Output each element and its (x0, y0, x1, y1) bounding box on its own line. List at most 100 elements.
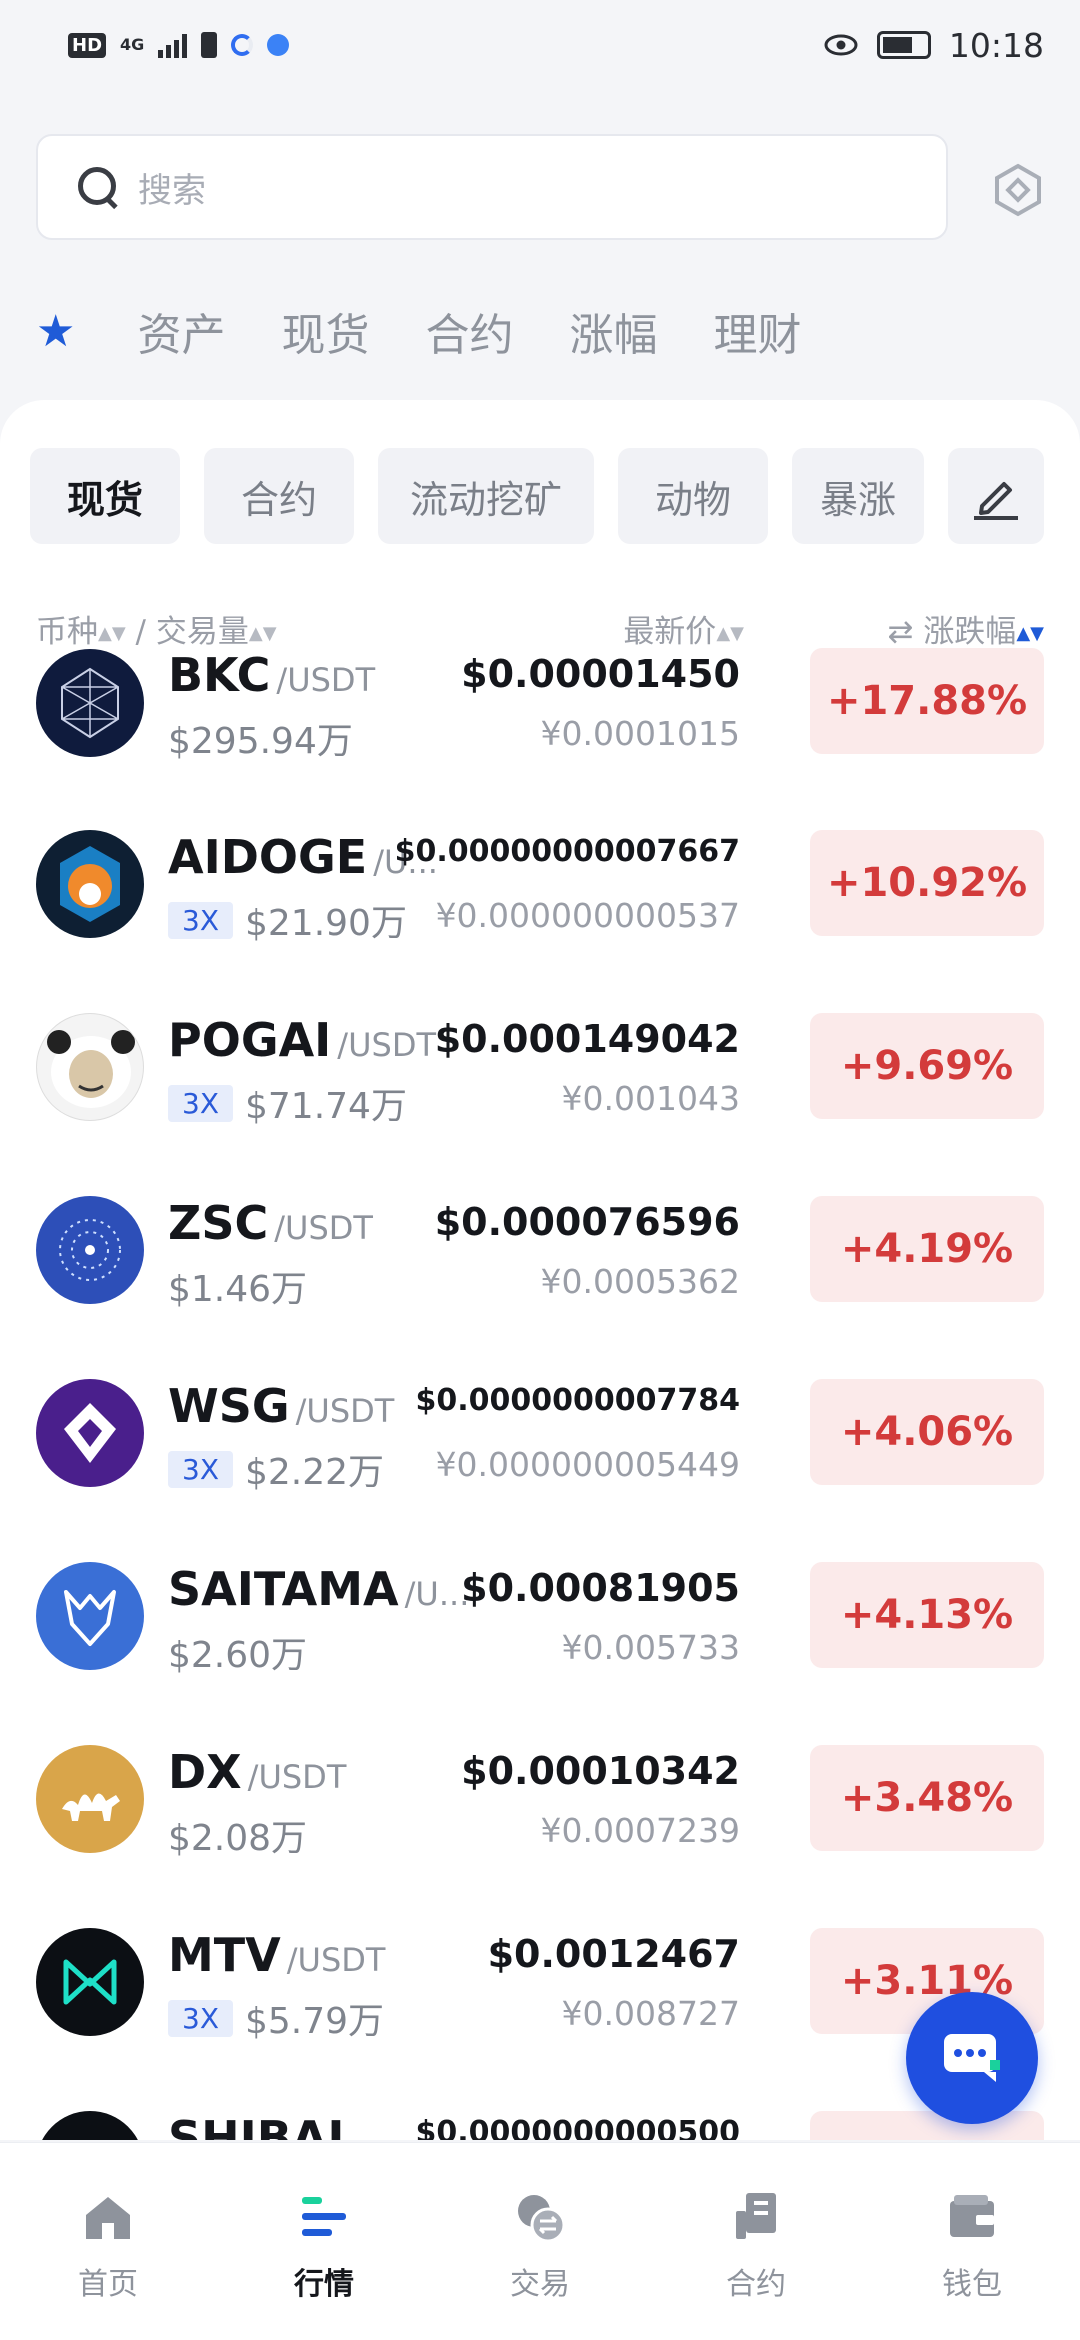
price-sort[interactable]: 最新价▲▼ (623, 606, 744, 651)
leverage-badge: 3X (168, 901, 233, 939)
eye-icon (824, 34, 858, 56)
saitama-logo (36, 1562, 144, 1670)
chip-animal[interactable]: 动物 (618, 448, 768, 544)
change-badge[interactable]: +9.69% (810, 1013, 1044, 1119)
col-coin: 币种 (36, 614, 98, 650)
row-volume: $2.08万 (168, 1809, 307, 1861)
market-row[interactable]: POGAI/USDT 3X $71.74万 $0.000149042 ¥0.001… (0, 1013, 1080, 1196)
trade-icon (518, 2195, 566, 2243)
pair-text: /U... (404, 1575, 470, 1613)
nav-home[interactable]: 首页 (0, 2143, 216, 2340)
symbol-text: BKC (168, 648, 271, 702)
symbol-text: SAITAMA (168, 1562, 399, 1616)
wallet-icon (950, 2195, 994, 2237)
nav-trade-label: 交易 (510, 2267, 570, 2302)
pair-text: /USDT (276, 661, 376, 699)
col-sep: / (135, 614, 146, 650)
change-sort[interactable]: ⇄ 涨跌幅▲▼ (887, 606, 1044, 651)
row-price: $0.00081905 (461, 1566, 740, 1610)
change-badge[interactable]: +17.88% (810, 648, 1044, 754)
nav-wallet-label: 钱包 (942, 2267, 1002, 2302)
chip-surge[interactable]: 暴涨 (792, 448, 924, 544)
row-price: $0.0000000007784 (415, 1383, 740, 1418)
leverage-badge: 3X (168, 1450, 233, 1488)
aidoge-logo (36, 830, 144, 938)
row-symbol: BKC/USDT (168, 648, 375, 702)
row-symbol: SHIBAI (168, 2111, 345, 2140)
coin-volume-sort[interactable]: 币种▲▼ / 交易量▲▼ (36, 606, 277, 651)
market-row[interactable]: WSG/USDT 3X $2.22万 $0.0000000007784 ¥0.00… (0, 1379, 1080, 1562)
row-volume: 3X $71.74万 (168, 1077, 407, 1129)
row-cny: ¥0.005733 (561, 1628, 740, 1667)
contract-icon (736, 2193, 776, 2239)
nav-trade[interactable]: 交易 (432, 2143, 648, 2340)
symbol-text: ZSC (168, 1196, 269, 1250)
symbol-text: DX (168, 1745, 242, 1799)
pair-text: /USDT (274, 1209, 373, 1247)
tab-contract[interactable]: 合约 (425, 299, 513, 363)
search-input[interactable]: 搜索 (36, 134, 948, 240)
volume-text: $2.22万 (245, 1452, 385, 1493)
symbol-text: POGAI (168, 1013, 332, 1067)
pair-text: /USDT (286, 1941, 386, 1979)
chip-liquidity-mining[interactable]: 流动挖矿 (378, 448, 594, 544)
row-symbol: SAITAMA/U... (168, 1562, 469, 1616)
tab-gainers[interactable]: 涨幅 (569, 299, 657, 363)
settings-hex-icon[interactable] (990, 162, 1046, 218)
market-row[interactable]: DX/USDT $2.08万 $0.00010342 ¥0.0007239 +3… (0, 1745, 1080, 1928)
edit-button[interactable] (948, 448, 1044, 544)
change-badge[interactable] (810, 2111, 1044, 2140)
row-cny: ¥0.0005362 (540, 1262, 740, 1301)
market-icon (302, 2197, 346, 2236)
market-row[interactable]: ZSC/USDT $1.46万 $0.000076596 ¥0.0005362 … (0, 1196, 1080, 1379)
row-cny: ¥0.000000005449 (435, 1445, 740, 1484)
change-badge[interactable]: +4.13% (810, 1562, 1044, 1668)
clock: 10:18 (948, 25, 1044, 65)
nav-market-label: 行情 (294, 2267, 354, 2302)
category-chips: 现货 合约 流动挖矿 动物 暴涨 (30, 448, 924, 544)
sort-price-icon: ▲▼ (716, 623, 744, 644)
row-volume: $295.94万 (168, 712, 353, 764)
market-row[interactable]: SAITAMA/U... $2.60万 $0.00081905 ¥0.00573… (0, 1562, 1080, 1745)
tab-assets[interactable]: 资产 (137, 299, 225, 363)
change-badge[interactable]: +4.19% (810, 1196, 1044, 1302)
pair-text: /USDT (295, 1392, 395, 1430)
change-badge[interactable]: +4.06% (810, 1379, 1044, 1485)
row-price: $0.0012467 (487, 1932, 740, 1976)
col-price: 最新价 (623, 614, 717, 650)
app-notification-icon (231, 34, 254, 56)
zsc-logo (36, 1196, 144, 1304)
search-placeholder: 搜索 (138, 170, 206, 211)
browser-notification-icon (267, 34, 290, 56)
shibai-logo (36, 2111, 144, 2140)
row-symbol: MTV/USDT (168, 1928, 385, 1982)
symbol-text: AIDOGE (168, 830, 368, 884)
sort-coin-icon: ▲▼ (98, 623, 126, 644)
market-row[interactable]: SHIBAI $0.0000000000500 (0, 2111, 1080, 2140)
row-symbol: WSG/USDT (168, 1379, 394, 1433)
status-left: HD 4G (68, 32, 823, 58)
change-badge[interactable]: +10.92% (810, 830, 1044, 936)
tab-finance[interactable]: 理财 (713, 299, 801, 363)
sort-volume-icon: ▲▼ (248, 623, 277, 644)
chat-fab-button[interactable] (906, 1992, 1038, 2124)
nav-contract[interactable]: 合约 (648, 2143, 864, 2340)
wsg-logo (36, 1379, 144, 1487)
chat-icon (944, 2034, 1000, 2082)
market-row[interactable]: AIDOGE/U... 3X $21.90万 $0.00000000007667 … (0, 830, 1080, 1013)
tab-spot[interactable]: 现货 (281, 299, 369, 363)
battery-icon (876, 31, 931, 59)
market-row[interactable]: BKC/USDT $295.94万 $0.00001450 ¥0.0001015… (0, 648, 1080, 831)
chip-contract[interactable]: 合约 (204, 448, 354, 544)
pair-text: /USDT (247, 1758, 347, 1796)
change-badge[interactable]: +3.48% (810, 1745, 1044, 1851)
search-icon (76, 165, 120, 209)
nav-wallet[interactable]: 钱包 (864, 2143, 1080, 2340)
dx-logo (36, 1745, 144, 1853)
chip-spot[interactable]: 现货 (30, 448, 180, 544)
nav-market[interactable]: 行情 (216, 2143, 432, 2340)
volume-text: $21.90万 (245, 903, 407, 944)
favorites-star-icon[interactable]: ★ (36, 306, 75, 357)
bottom-nav: 首页 行情 交易 合约 钱包 (0, 2142, 1080, 2340)
row-symbol: POGAI/USDT (168, 1013, 436, 1067)
